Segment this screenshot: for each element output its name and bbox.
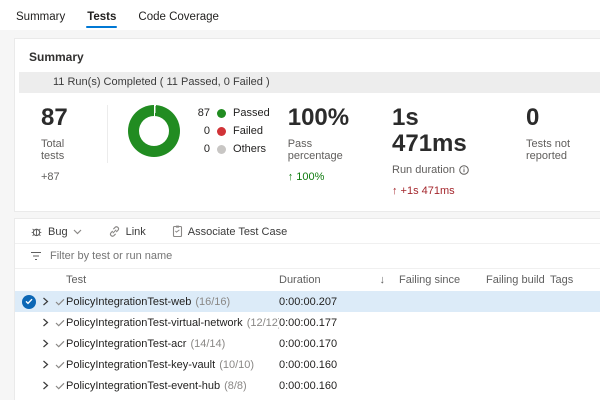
pass-percentage-label: Pass percentage <box>287 138 343 162</box>
passed-count: 87 <box>197 107 211 119</box>
passed-dot-icon <box>217 108 227 118</box>
run-duration-stat: 1s 471ms Run duration ↑ +1s 471ms <box>392 105 484 197</box>
link-button[interactable]: Link <box>108 225 146 238</box>
test-duration: 0:00:00.170 <box>279 337 338 350</box>
test-duration: 0:00:00.160 <box>279 358 338 371</box>
summary-card: Summary 11 Run(s) Completed ( 11 Passed,… <box>14 38 600 212</box>
test-results-card: Bug Link Associate Test Case Test <box>14 218 600 400</box>
expand-chevron-icon[interactable] <box>42 360 49 369</box>
passed-check-icon <box>55 298 65 306</box>
legend-others: 0 Others <box>194 143 270 155</box>
expand-chevron-icon[interactable] <box>42 318 49 327</box>
associate-test-case-button[interactable]: Associate Test Case <box>172 225 287 238</box>
runs-completed-banner: 11 Run(s) Completed ( 11 Passed, 0 Faile… <box>19 72 600 93</box>
total-tests-value: 87 <box>41 104 68 131</box>
table-row[interactable]: PolicyIntegrationTest-storage-account (7… <box>15 396 600 400</box>
failed-count: 0 <box>203 125 211 137</box>
expand-chevron-icon[interactable] <box>42 297 49 306</box>
col-header-failing-build[interactable]: Failing build <box>486 274 550 286</box>
not-reported-label: Tests not reported <box>526 138 571 162</box>
passed-label: Passed <box>233 107 270 119</box>
tab-summary[interactable]: Summary <box>15 5 66 30</box>
test-duration: 0:00:00.207 <box>279 295 338 308</box>
test-pass-count: (12/12) <box>246 316 279 329</box>
info-icon <box>459 165 469 175</box>
bug-button-label: Bug <box>48 225 68 238</box>
associate-test-case-label: Associate Test Case <box>187 225 288 238</box>
passed-check-icon <box>55 319 65 327</box>
bug-button[interactable]: Bug <box>30 225 82 238</box>
test-pass-count: (16/16) <box>195 295 231 308</box>
total-tests-stat: 87 Total tests +87 <box>41 104 83 184</box>
test-name[interactable]: PolicyIntegrationTest-acr <box>66 338 186 350</box>
table-row[interactable]: PolicyIntegrationTest-web (16/16) 0:00:0… <box>15 291 600 312</box>
failed-label: Failed <box>233 125 263 137</box>
total-tests-label: Total tests <box>41 138 65 162</box>
chevron-down-icon <box>73 229 82 235</box>
tab-code-coverage[interactable]: Code Coverage <box>137 5 220 30</box>
table-header-row: Test Duration ↓ Failing since Failing bu… <box>15 269 600 291</box>
filter-bar <box>15 244 600 268</box>
others-dot-icon <box>217 144 227 154</box>
test-name[interactable]: PolicyIntegrationTest-virtual-network <box>66 317 243 329</box>
link-button-label: Link <box>125 225 146 238</box>
stats-divider <box>107 105 109 163</box>
col-header-test[interactable]: Test <box>66 274 279 286</box>
table-row[interactable]: PolicyIntegrationTest-key-vault (10/10) … <box>15 354 600 375</box>
test-pass-count: (14/14) <box>190 337 226 350</box>
test-duration: 0:00:00.177 <box>279 316 338 329</box>
bug-icon <box>30 225 43 238</box>
test-name[interactable]: PolicyIntegrationTest-web <box>66 296 191 308</box>
results-donut-group: 87 Passed 0 Failed 0 Others <box>128 105 270 157</box>
selected-checkmark-icon[interactable] <box>22 294 36 309</box>
col-header-duration[interactable]: Duration ↓ <box>279 274 399 286</box>
table-row[interactable]: PolicyIntegrationTest-virtual-network (1… <box>15 312 600 333</box>
test-name[interactable]: PolicyIntegrationTest-key-vault <box>66 359 215 371</box>
test-duration: 0:00:00.160 <box>279 379 338 392</box>
others-label: Others <box>233 143 267 155</box>
expand-chevron-icon[interactable] <box>42 381 49 390</box>
passed-check-icon <box>55 340 65 348</box>
col-header-tags[interactable]: Tags <box>550 274 600 286</box>
pass-percentage-delta: ↑ 100% <box>287 171 325 183</box>
tab-bar: Summary Tests Code Coverage <box>0 0 600 30</box>
run-duration-label: Run duration <box>392 164 455 176</box>
sort-descending-icon: ↓ <box>379 274 386 286</box>
expand-chevron-icon[interactable] <box>42 339 49 348</box>
test-pass-count: (10/10) <box>219 358 255 371</box>
not-reported-stat: 0 Tests not reported <box>526 104 600 163</box>
filter-input[interactable] <box>50 250 350 262</box>
pass-percentage-value: 100% <box>287 104 350 131</box>
results-toolbar: Bug Link Associate Test Case <box>15 219 600 243</box>
not-reported-value: 0 <box>526 104 540 131</box>
passed-check-icon <box>55 382 65 390</box>
test-pass-count: (8/8) <box>224 379 247 392</box>
table-row[interactable]: PolicyIntegrationTest-acr (14/14) 0:00:0… <box>15 333 600 354</box>
run-duration-value: 1s 471ms <box>392 104 467 157</box>
table-row[interactable]: PolicyIntegrationTest-event-hub (8/8) 0:… <box>15 375 600 396</box>
failed-dot-icon <box>217 126 227 136</box>
duration-header-label: Duration <box>279 274 321 286</box>
filter-icon <box>30 251 42 261</box>
others-count: 0 <box>203 143 211 155</box>
summary-card-title: Summary <box>29 50 84 64</box>
legend-passed: 87 Passed <box>194 107 270 119</box>
stats-row: 87 Total tests +87 87 Passed 0 Failed 0 <box>15 93 600 211</box>
total-tests-delta: +87 <box>41 171 60 183</box>
donut-legend: 87 Passed 0 Failed 0 Others <box>194 107 270 155</box>
test-name[interactable]: PolicyIntegrationTest-event-hub <box>66 380 220 392</box>
pass-percentage-stat: 100% Pass percentage ↑ 100% <box>287 104 358 184</box>
tab-tests[interactable]: Tests <box>86 5 118 30</box>
run-duration-delta: ↑ +1s 471ms <box>392 185 455 197</box>
test-case-icon <box>172 225 183 238</box>
col-header-failing-since[interactable]: Failing since <box>399 274 486 286</box>
passed-check-icon <box>55 361 65 369</box>
legend-failed: 0 Failed <box>194 125 270 137</box>
link-icon <box>108 225 121 238</box>
results-donut-chart <box>128 105 181 157</box>
table-body: PolicyIntegrationTest-web (16/16) 0:00:0… <box>15 291 600 400</box>
